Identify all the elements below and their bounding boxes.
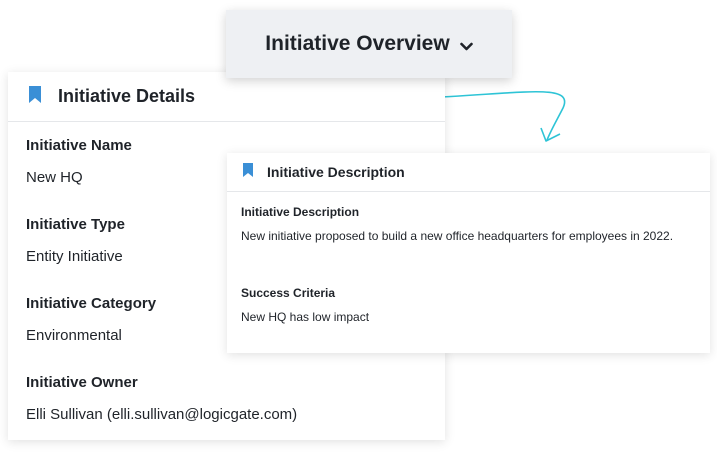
field-initiative-name: Initiative Name New HQ — [26, 137, 132, 186]
bookmark-icon — [243, 162, 253, 182]
field-value: New HQ has low impact — [241, 310, 370, 324]
details-card-title: Initiative Details — [58, 86, 196, 106]
field-success-criteria: Success Criteria New HQ has low impact — [241, 286, 369, 324]
field-label: Initiative Description — [241, 205, 360, 219]
field-value: Environmental — [26, 327, 122, 344]
description-card-title: Initiative Description — [267, 164, 405, 180]
field-label: Initiative Category — [26, 295, 157, 312]
field-initiative-description: Initiative Description New initiative pr… — [241, 205, 673, 243]
field-initiative-category: Initiative Category Environmental — [26, 295, 156, 344]
description-card-header: Initiative Description — [227, 153, 710, 192]
initiative-overview-dropdown[interactable]: Initiative Overview — [226, 10, 512, 78]
bookmark-icon — [29, 85, 41, 108]
field-value: Elli Sullivan (elli.sullivan@logicgate.c… — [26, 406, 298, 423]
initiative-description-card: Initiative Description Initiative Descri… — [227, 153, 710, 353]
field-initiative-owner: Initiative Owner Elli Sullivan (elli.sul… — [26, 374, 297, 423]
dropdown-label: Initiative Overview — [265, 32, 450, 55]
chevron-down-icon — [459, 39, 473, 51]
details-card-header: Initiative Details — [8, 72, 445, 122]
field-label: Success Criteria — [241, 286, 336, 300]
field-label: Initiative Name — [26, 137, 132, 154]
field-label: Initiative Owner — [26, 374, 138, 391]
field-label: Initiative Type — [26, 216, 125, 233]
field-value: New HQ — [26, 169, 83, 186]
field-initiative-type: Initiative Type Entity Initiative — [26, 216, 125, 265]
field-value: New initiative proposed to build a new o… — [241, 229, 674, 243]
field-value: Entity Initiative — [26, 248, 123, 265]
